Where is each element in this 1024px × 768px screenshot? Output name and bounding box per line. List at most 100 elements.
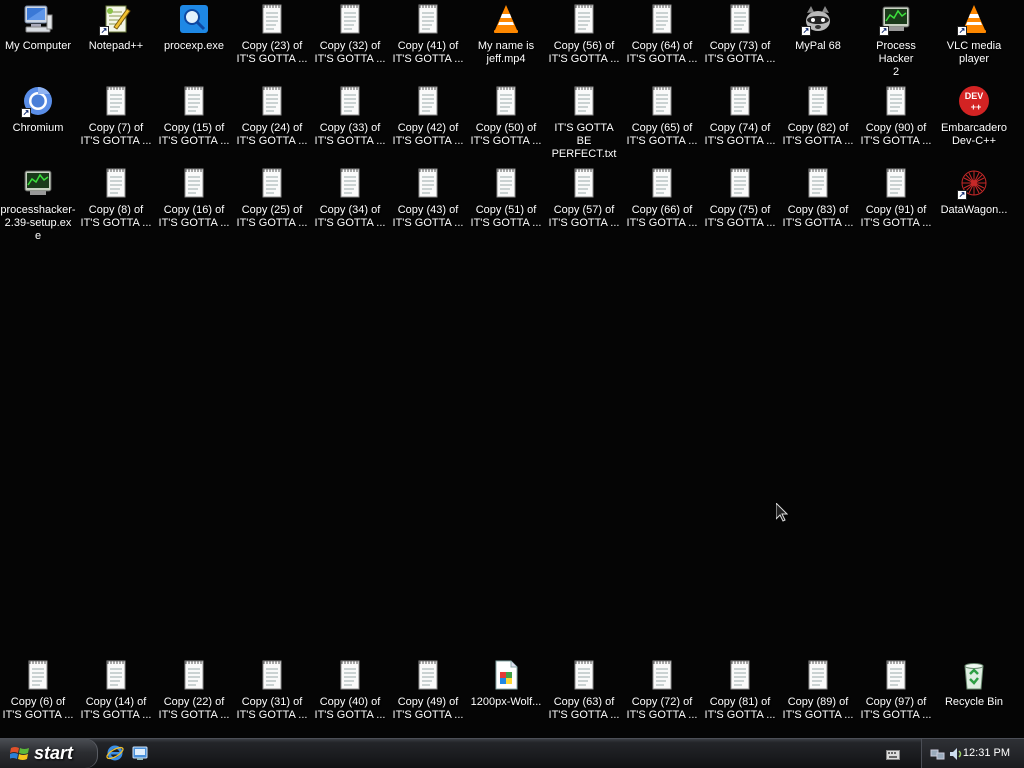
desktop-icon[interactable]: My name is jeff.mp4 <box>468 3 544 83</box>
desktop-icon-label: Copy (7) of IT'S GOTTA ... <box>80 122 152 147</box>
desktop-icon[interactable]: Copy (63) of IT'S GOTTA ... <box>546 659 622 738</box>
text-file-icon <box>22 659 54 691</box>
desktop-icon[interactable]: Copy (24) of IT'S GOTTA ... <box>234 85 310 165</box>
start-button[interactable]: start <box>0 739 98 768</box>
desktop-icon[interactable]: Copy (57) of IT'S GOTTA ... <box>546 167 622 247</box>
desktop-icon[interactable]: Copy (65) of IT'S GOTTA ... <box>624 85 700 165</box>
desktop-icon[interactable]: Copy (23) of IT'S GOTTA ... <box>234 3 310 83</box>
desktop-icon-label: Copy (24) of IT'S GOTTA ... <box>236 122 308 147</box>
desktop-icon-label: Copy (16) of IT'S GOTTA ... <box>158 204 230 229</box>
text-file-icon <box>802 167 834 199</box>
text-file-icon <box>334 167 366 199</box>
desktop[interactable]: My Computer ↗ Notepad++ procexp.exe Copy (23… <box>0 0 1024 738</box>
desktop-icon[interactable]: Copy (97) of IT'S GOTTA ... <box>858 659 934 738</box>
desktop-icon[interactable]: Copy (83) of IT'S GOTTA ... <box>780 167 856 247</box>
desktop-icon[interactable]: Copy (49) of IT'S GOTTA ... <box>390 659 466 738</box>
desktop-icon[interactable]: Copy (6) of IT'S GOTTA ... <box>0 659 76 738</box>
text-file-icon <box>724 85 756 117</box>
desktop-icon[interactable]: ↗ MyPal 68 <box>780 3 856 83</box>
process-hacker-icon: ↗ <box>879 3 912 36</box>
desktop-icon-label: Copy (25) of IT'S GOTTA ... <box>236 204 308 229</box>
desktop-icon-label: 1200px-Wolf... <box>470 696 542 708</box>
desktop-icon[interactable]: Copy (42) of IT'S GOTTA ... <box>390 85 466 165</box>
desktop-icon-label: Copy (40) of IT'S GOTTA ... <box>314 696 386 721</box>
text-file-icon <box>880 85 912 117</box>
desktop-icon[interactable]: Copy (91) of IT'S GOTTA ... <box>858 167 934 247</box>
show-desktop-icon[interactable] <box>131 744 149 762</box>
desktop-icon[interactable]: Copy (8) of IT'S GOTTA ... <box>78 167 154 247</box>
desktop-icon[interactable]: Copy (7) of IT'S GOTTA ... <box>78 85 154 165</box>
chromium-icon: ↗ <box>21 85 54 118</box>
desktop-icon-label: Copy (22) of IT'S GOTTA ... <box>158 696 230 721</box>
network-icon[interactable] <box>930 746 946 762</box>
desktop-icon[interactable]: Copy (31) of IT'S GOTTA ... <box>234 659 310 738</box>
desktop-icon-label: Copy (8) of IT'S GOTTA ... <box>80 204 152 229</box>
desktop-icon[interactable]: Copy (25) of IT'S GOTTA ... <box>234 167 310 247</box>
desktop-icon[interactable]: Copy (81) of IT'S GOTTA ... <box>702 659 778 738</box>
desktop-icon[interactable]: processhacker- 2.39-setup.ex e <box>0 167 76 247</box>
start-label: start <box>34 743 74 763</box>
desktop-icon-label: VLC media player <box>946 40 1002 65</box>
shortcut-arrow-icon: ↗ <box>957 26 967 36</box>
desktop-icon[interactable]: Copy (74) of IT'S GOTTA ... <box>702 85 778 165</box>
desktop-icon[interactable]: Copy (89) of IT'S GOTTA ... <box>780 659 856 738</box>
desktop-icon-label: Copy (90) of IT'S GOTTA ... <box>860 122 932 147</box>
desktop-icon[interactable]: ↗ VLC media player <box>936 3 1012 83</box>
desktop-icon[interactable]: ↗ Chromium <box>0 85 76 165</box>
shortcut-arrow-icon: ↗ <box>801 26 811 36</box>
desktop-icon[interactable]: Copy (40) of IT'S GOTTA ... <box>312 659 388 738</box>
desktop-icon[interactable]: procexp.exe <box>156 3 232 83</box>
internet-explorer-icon[interactable] <box>106 744 124 762</box>
desktop-icon-label: Chromium <box>12 122 64 134</box>
desktop-icon[interactable]: ↗ Process Hacker 2 <box>858 3 934 83</box>
desktop-icon[interactable]: ↗ DataWagon... <box>936 167 1012 247</box>
desktop-icon[interactable]: My Computer <box>0 3 76 83</box>
desktop-icon-label: Copy (91) of IT'S GOTTA ... <box>860 204 932 229</box>
text-file-icon <box>724 3 756 35</box>
vlc-icon: ↗ <box>957 3 990 36</box>
desktop-icon[interactable]: Copy (14) of IT'S GOTTA ... <box>78 659 154 738</box>
text-file-icon <box>412 3 444 35</box>
desktop-icon-label: Copy (41) of IT'S GOTTA ... <box>392 40 464 65</box>
text-file-icon <box>802 659 834 691</box>
text-file-icon <box>412 659 444 691</box>
desktop-icon-label: Embarcadero Dev-C++ <box>940 122 1008 147</box>
desktop-icon[interactable]: Copy (33) of IT'S GOTTA ... <box>312 85 388 165</box>
desktop-icon-label: Copy (49) of IT'S GOTTA ... <box>392 696 464 721</box>
desktop-icon[interactable]: Copy (34) of IT'S GOTTA ... <box>312 167 388 247</box>
desktop-icon-label: Copy (15) of IT'S GOTTA ... <box>158 122 230 147</box>
desktop-icon-label: Copy (66) of IT'S GOTTA ... <box>626 204 698 229</box>
desktop-icon[interactable]: Copy (73) of IT'S GOTTA ... <box>702 3 778 83</box>
keyboard-icon[interactable] <box>886 750 900 760</box>
desktop-icon[interactable]: ↗ Notepad++ <box>78 3 154 83</box>
desktop-icon[interactable]: Copy (16) of IT'S GOTTA ... <box>156 167 232 247</box>
desktop-icon[interactable]: Copy (41) of IT'S GOTTA ... <box>390 3 466 83</box>
desktop-icon-label: Copy (82) of IT'S GOTTA ... <box>782 122 854 147</box>
image-file-icon <box>490 659 522 691</box>
desktop-icon[interactable]: Copy (56) of IT'S GOTTA ... <box>546 3 622 83</box>
desktop-icon[interactable]: Copy (22) of IT'S GOTTA ... <box>156 659 232 738</box>
mouse-cursor-icon <box>776 503 788 522</box>
desktop-icon[interactable]: Copy (32) of IT'S GOTTA ... <box>312 3 388 83</box>
text-file-icon <box>646 3 678 35</box>
desktop-icon[interactable]: Copy (75) of IT'S GOTTA ... <box>702 167 778 247</box>
desktop-icon[interactable]: Copy (90) of IT'S GOTTA ... <box>858 85 934 165</box>
desktop-icon[interactable]: Copy (82) of IT'S GOTTA ... <box>780 85 856 165</box>
text-file-icon <box>178 85 210 117</box>
desktop-icon[interactable]: Copy (51) of IT'S GOTTA ... <box>468 167 544 247</box>
clock[interactable]: 12:31 PM <box>963 747 1010 759</box>
volume-icon[interactable] <box>948 746 964 762</box>
desktop-icon[interactable]: Copy (66) of IT'S GOTTA ... <box>624 167 700 247</box>
desktop-icon[interactable]: Copy (43) of IT'S GOTTA ... <box>390 167 466 247</box>
desktop-icon-label: Copy (63) of IT'S GOTTA ... <box>548 696 620 721</box>
desktop-icon-label: processhacker- 2.39-setup.ex e <box>0 204 76 242</box>
desktop-icon[interactable]: Copy (15) of IT'S GOTTA ... <box>156 85 232 165</box>
desktop-icon[interactable]: Recycle Bin <box>936 659 1012 738</box>
desktop-icon[interactable]: Copy (72) of IT'S GOTTA ... <box>624 659 700 738</box>
desktop-icon[interactable]: IT'S GOTTA BE PERFECT.txt <box>546 85 622 165</box>
desktop-icon[interactable]: Copy (64) of IT'S GOTTA ... <box>624 3 700 83</box>
desktop-icon[interactable]: 1200px-Wolf... <box>468 659 544 738</box>
text-file-icon <box>100 85 132 117</box>
desktop-icon[interactable]: DEV ++ Embarcadero Dev-C++ <box>936 85 1012 165</box>
desktop-icon[interactable]: Copy (50) of IT'S GOTTA ... <box>468 85 544 165</box>
